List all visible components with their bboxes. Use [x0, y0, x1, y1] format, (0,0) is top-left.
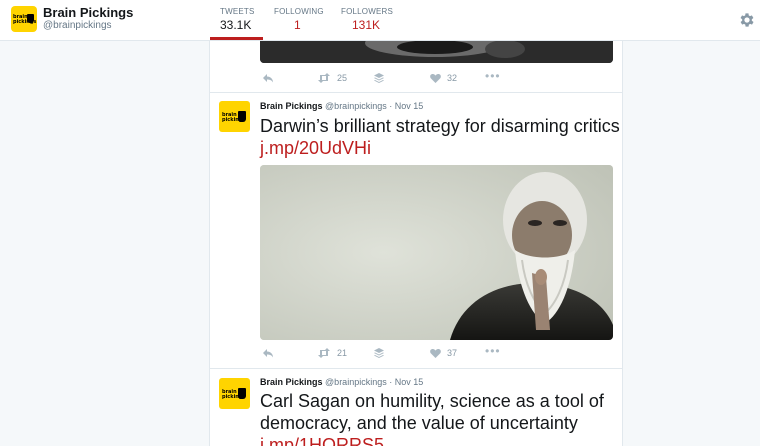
tweet-date[interactable]: · Nov 15 [389, 101, 423, 111]
tweet-link[interactable]: j.mp/20UdVHi [260, 138, 371, 158]
stat-following-value: 1 [294, 18, 301, 32]
stat-following[interactable]: FOLLOWING 1 [274, 7, 324, 32]
active-tab-indicator [210, 37, 263, 40]
reply-icon[interactable] [262, 348, 274, 358]
tweet-author-handle[interactable]: @brainpickings [325, 377, 387, 387]
buffer-icon[interactable] [374, 73, 384, 83]
tweet-author-name[interactable]: Brain Pickings [260, 101, 323, 111]
tweet-text: Darwin’s brilliant strategy for disarmin… [260, 115, 620, 159]
tweet-timeline[interactable]: 25 32 ••• brain pickings Brain Pickings @… [209, 41, 623, 446]
previous-tweet-actions: 25 32 ••• [260, 69, 560, 89]
retweet-icon [318, 73, 330, 83]
tweet-divider [210, 368, 622, 369]
tweet-link[interactable]: j.mp/1HORRS5 [260, 435, 384, 446]
logo-mug-icon [238, 111, 246, 122]
tweet-photo[interactable] [260, 165, 613, 340]
tweet-author-handle[interactable]: @brainpickings [325, 101, 387, 111]
retweet-button[interactable]: 21 [317, 348, 347, 358]
stat-tweets-value: 33.1K [220, 18, 252, 32]
like-count: 32 [447, 73, 458, 83]
heart-icon [430, 74, 441, 83]
retweet-count: 21 [337, 348, 348, 358]
tweet-body: Darwin’s brilliant strategy for disarmin… [260, 116, 620, 136]
profile-name[interactable]: Brain Pickings [43, 5, 133, 20]
retweet-icon [318, 348, 330, 358]
tweet-avatar[interactable]: brain pickings [219, 378, 250, 409]
stat-tweets-label: TWEETS [220, 7, 255, 16]
tweet-avatar[interactable]: brain pickings [219, 101, 250, 132]
tweet-meta: Brain Pickings @brainpickings · Nov 15 [260, 377, 423, 387]
retweet-button[interactable]: 25 [317, 73, 347, 83]
heart-icon [430, 349, 441, 358]
stat-tweets[interactable]: TWEETS 33.1K [220, 7, 255, 32]
tweet-date[interactable]: · Nov 15 [389, 377, 423, 387]
profile-header: brain pickings Brain Pickings @brainpicki… [0, 0, 760, 41]
profile-avatar[interactable]: brain pickings [11, 5, 37, 32]
stat-following-label: FOLLOWING [274, 7, 324, 16]
stat-followers-value: 131K [352, 18, 381, 32]
profile-brand[interactable]: brain pickings Brain Pickings @brainpicki… [11, 5, 133, 32]
retweet-count: 25 [337, 73, 348, 83]
reply-icon[interactable] [262, 73, 274, 83]
tweet-divider [210, 92, 622, 93]
like-button[interactable]: 32 [430, 73, 457, 83]
tweet-author-name[interactable]: Brain Pickings [260, 377, 323, 387]
logo-mug-icon [27, 13, 34, 23]
tweet-text: Carl Sagan on humility, science as a too… [260, 390, 620, 446]
previous-tweet-photo[interactable] [260, 41, 613, 63]
tweet-meta: Brain Pickings @brainpickings · Nov 15 [260, 101, 423, 111]
stat-followers-label: FOLLOWERS [341, 7, 394, 16]
gear-icon[interactable] [738, 11, 756, 29]
tweet-body: Carl Sagan on humility, science as a too… [260, 391, 604, 433]
profile-handle: @brainpickings [43, 20, 112, 31]
tweet-actions: 21 37 ••• [260, 344, 560, 364]
buffer-icon[interactable] [374, 348, 384, 358]
logo-mug-icon [238, 388, 246, 399]
like-button[interactable]: 37 [430, 348, 457, 358]
like-count: 37 [447, 348, 458, 358]
more-icon[interactable]: ••• [485, 344, 501, 358]
more-icon[interactable]: ••• [485, 69, 501, 83]
stat-followers[interactable]: FOLLOWERS 131K [341, 7, 393, 32]
